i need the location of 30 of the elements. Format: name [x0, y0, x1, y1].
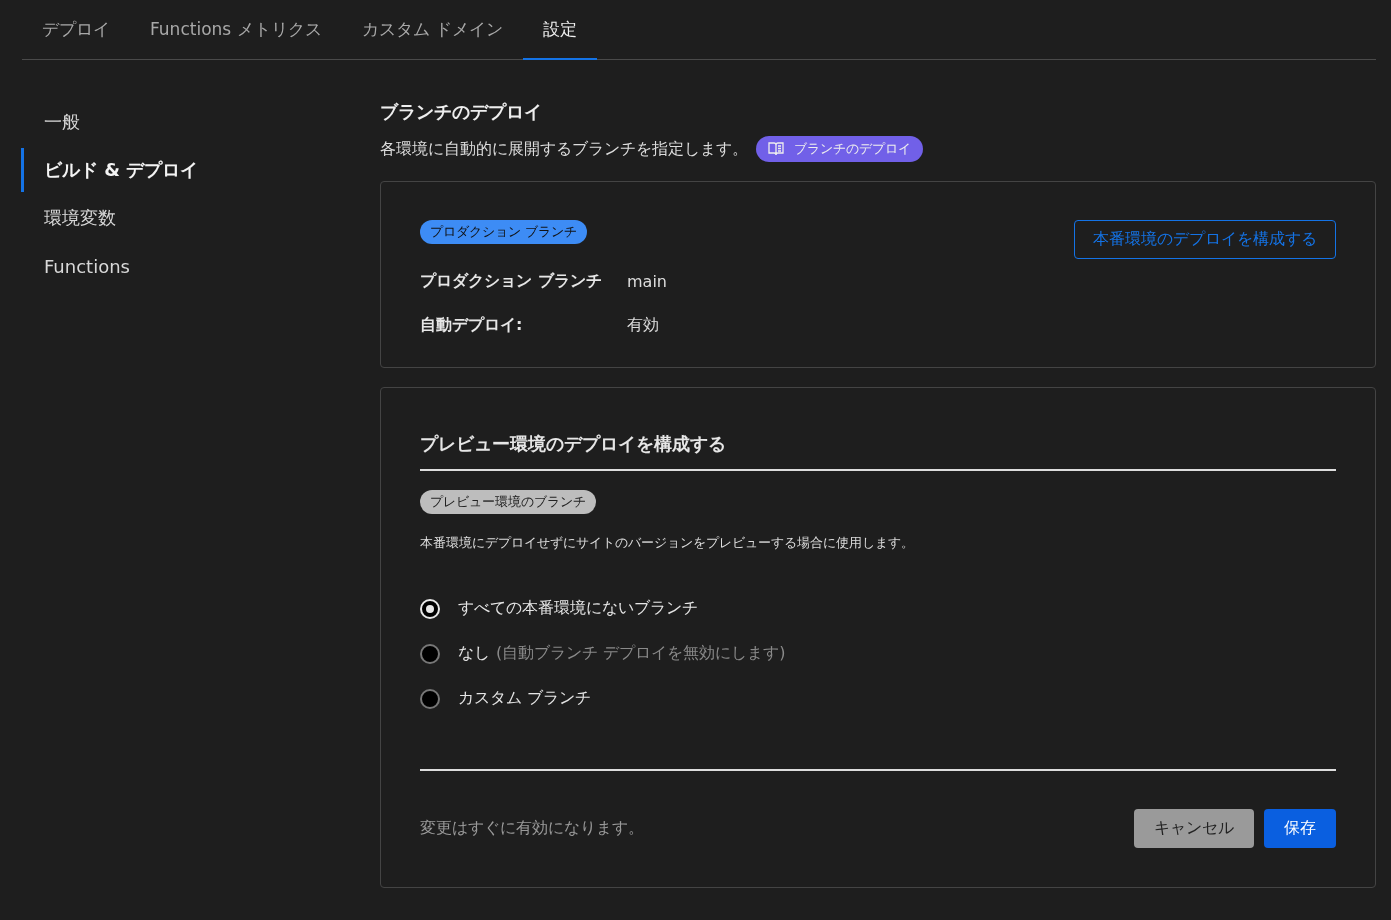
sidebar-item[interactable]: 環境変数 — [21, 196, 380, 240]
sidebar-item[interactable]: Functions — [21, 244, 380, 288]
tab[interactable]: Functions メトリクス — [130, 0, 342, 60]
footer-note: 変更はすぐに有効になります。 — [420, 818, 644, 839]
save-button[interactable]: 保存 — [1264, 809, 1336, 848]
sidebar-item[interactable]: 一般 — [21, 100, 380, 144]
tab[interactable]: カスタム ドメイン — [341, 0, 523, 60]
option-label: カスタム ブランチ — [458, 688, 592, 709]
tab[interactable]: デプロイ — [22, 0, 130, 60]
cancel-button[interactable]: キャンセル — [1134, 809, 1254, 848]
field-label: プロダクション ブランチ — [420, 270, 603, 292]
radio-button[interactable] — [420, 688, 440, 709]
tab[interactable]: 設定 — [523, 0, 597, 60]
card-title: プレビュー環境のデプロイを構成する — [420, 432, 1336, 471]
option-label: すべての本番環境にないブランチ — [458, 598, 698, 619]
configure-production-button[interactable]: 本番環境のデプロイを構成する — [1074, 220, 1336, 259]
sidebar-item[interactable]: ビルド & デプロイ — [21, 148, 380, 192]
preview-branch-badge: プレビュー環境のブランチ — [420, 490, 596, 514]
production-branch-badge: プロダクション ブランチ — [420, 220, 588, 244]
option-label: なし — [458, 643, 490, 664]
book-icon — [768, 142, 784, 156]
option-hint: (自動ブランチ デプロイを無効にします) — [496, 643, 786, 664]
radio-button[interactable] — [420, 643, 440, 664]
doc-link[interactable]: ブランチのデプロイ — [756, 136, 923, 162]
field-value: main — [627, 271, 667, 291]
section-description: 各環境に自動的に展開するブランチを指定します。 — [380, 138, 748, 160]
field-label: 自動デプロイ: — [420, 314, 524, 336]
preview-description: 本番環境にデプロイせずにサイトのバージョンをプレビューする場合に使用します。 — [420, 534, 915, 552]
section-title: ブランチのデプロイ — [380, 100, 543, 124]
field-value: 有効 — [627, 314, 659, 336]
